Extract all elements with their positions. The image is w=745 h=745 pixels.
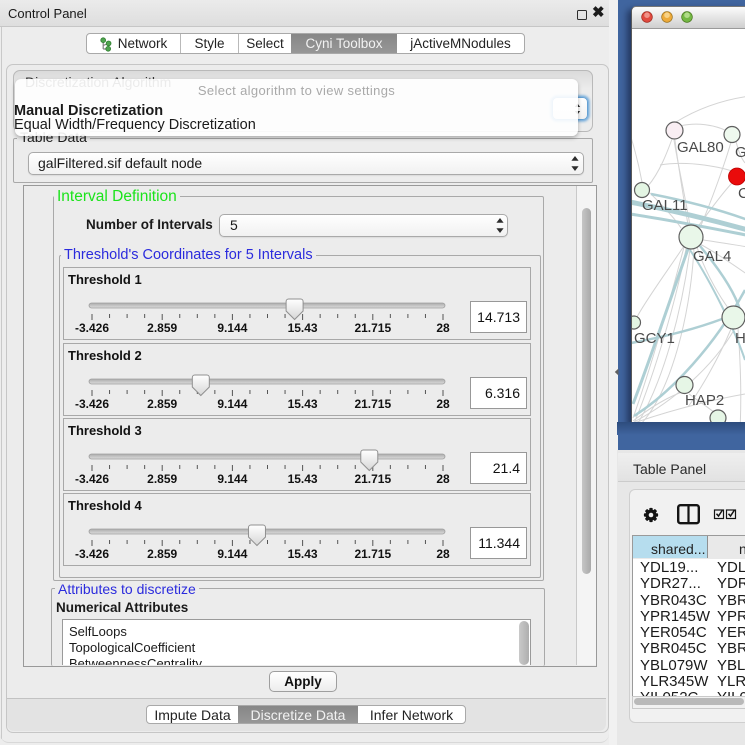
- svg-text:9.144: 9.144: [217, 397, 247, 411]
- svg-text:9.144: 9.144: [217, 472, 247, 486]
- svg-text:-3.426: -3.426: [75, 321, 109, 335]
- svg-text:15.43: 15.43: [288, 397, 318, 411]
- svg-text:9.144: 9.144: [217, 321, 247, 335]
- svg-text:15.43: 15.43: [288, 321, 318, 335]
- svg-text:15.43: 15.43: [288, 472, 318, 486]
- svg-text:GAL4: GAL4: [693, 248, 731, 265]
- svg-text:HAP2: HAP2: [685, 392, 724, 409]
- svg-text:21.715: 21.715: [354, 547, 391, 561]
- svg-text:G...: G...: [735, 144, 745, 161]
- svg-text:21.715: 21.715: [354, 321, 391, 335]
- svg-text:21.715: 21.715: [354, 397, 391, 411]
- svg-text:-3.426: -3.426: [75, 472, 109, 486]
- svg-text:-3.426: -3.426: [75, 397, 109, 411]
- svg-text:9.144: 9.144: [217, 547, 247, 561]
- svg-text:2.859: 2.859: [147, 472, 177, 486]
- svg-text:GAL80: GAL80: [677, 139, 724, 156]
- svg-text:21.715: 21.715: [354, 472, 391, 486]
- svg-text:-3.426: -3.426: [75, 547, 109, 561]
- svg-text:28: 28: [436, 547, 450, 561]
- svg-text:C...: C...: [738, 185, 745, 202]
- svg-text:28: 28: [436, 397, 450, 411]
- svg-text:H: H: [735, 330, 745, 347]
- svg-text:15.43: 15.43: [288, 547, 318, 561]
- svg-text:2.859: 2.859: [147, 397, 177, 411]
- svg-text:2.859: 2.859: [147, 321, 177, 335]
- svg-text:28: 28: [436, 321, 450, 335]
- svg-text:GCY1: GCY1: [634, 330, 675, 347]
- svg-text:GAL11: GAL11: [642, 197, 688, 214]
- svg-text:28: 28: [436, 472, 450, 486]
- svg-text:2.859: 2.859: [147, 547, 177, 561]
